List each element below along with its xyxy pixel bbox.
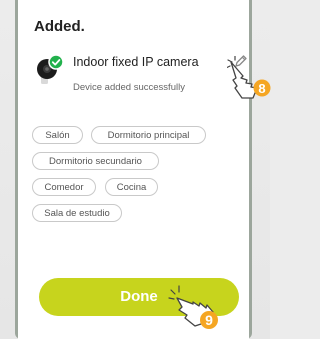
room-chip-dormitorio-principal[interactable]: Dormitorio principal — [91, 126, 206, 144]
callout-step-9: 9 — [205, 312, 213, 328]
room-chip-salon[interactable]: Salón — [32, 126, 83, 144]
camera-icon — [37, 54, 64, 84]
room-chip-sala-de-estudio[interactable]: Sala de estudio — [32, 204, 122, 222]
device-name: Indoor fixed IP camera — [73, 55, 199, 69]
room-chip-cocina[interactable]: Cocina — [105, 178, 158, 196]
page-title: Added. — [34, 18, 85, 35]
device-row: Indoor fixed IP camera Device added succ… — [36, 46, 247, 96]
device-status-text: Device added successfully — [73, 82, 185, 93]
room-chip-dormitorio-secundario[interactable]: Dormitorio secundario — [32, 152, 159, 170]
pointing-hand-icon: 9 — [168, 285, 218, 329]
pointing-hand-icon: 8 — [227, 56, 271, 99]
callout-step-8: 8 — [258, 81, 265, 96]
room-chip-comedor[interactable]: Comedor — [32, 178, 96, 196]
